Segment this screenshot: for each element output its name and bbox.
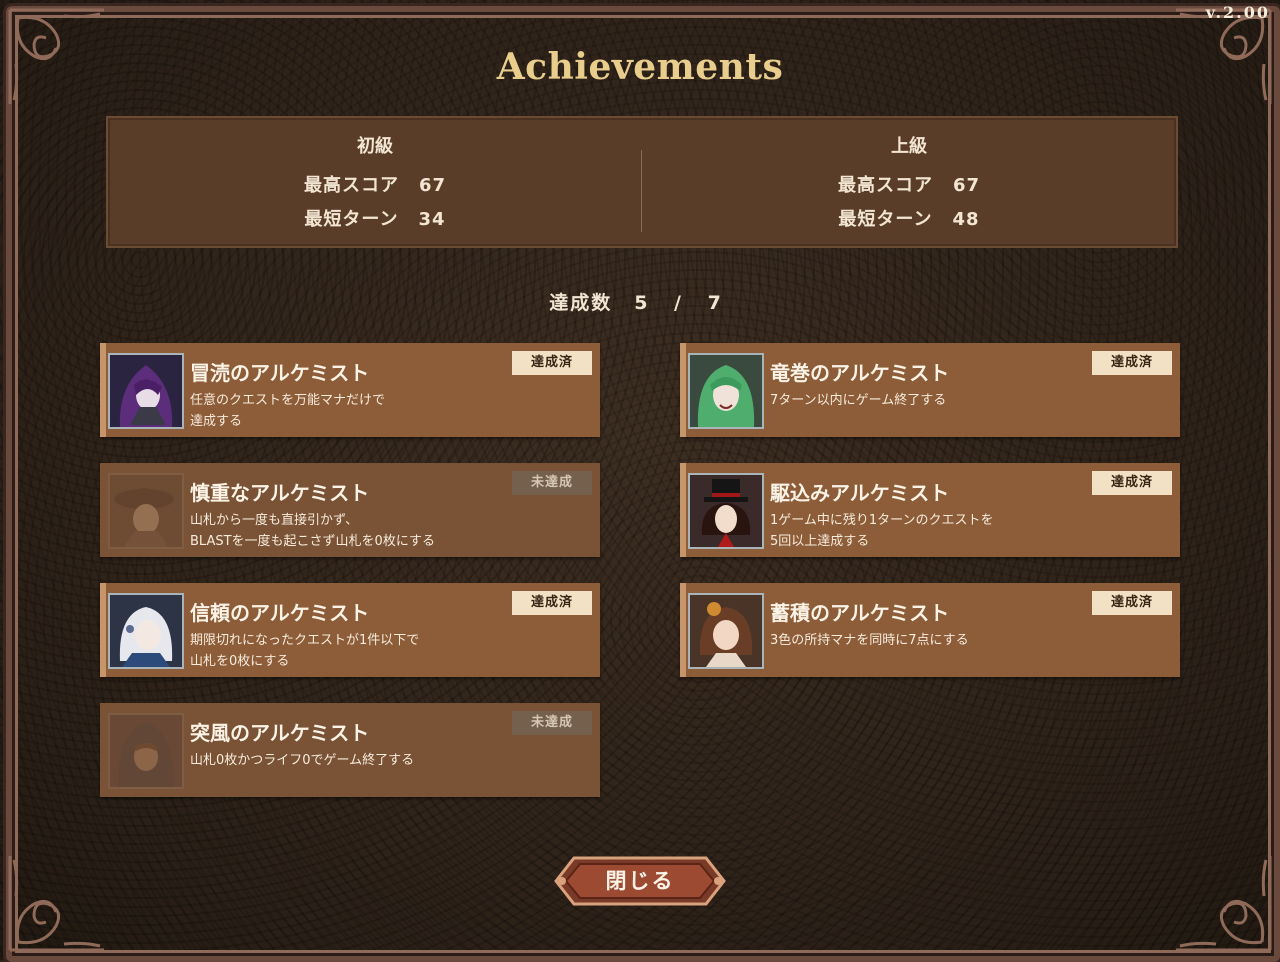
achievement-description: 3色の所持マナを同時に7点にする	[770, 633, 969, 648]
shortest-turn-value: 48	[952, 209, 980, 230]
beginner-scores: 初級 最高スコア 67 最短ターン 34	[108, 132, 642, 237]
achievement-description: 1ゲーム中に残り1ターンのクエストを 5回以上達成する	[770, 513, 994, 549]
shortest-turn-row: 最短ターン 34	[108, 203, 642, 237]
difficulty-label: 上級	[891, 136, 927, 157]
best-scores-panel: 初級 最高スコア 67 最短ターン 34 上級 最高スコア 67 最短ターン 48	[106, 116, 1178, 248]
achievement-name: 突風のアルケミスト	[190, 721, 370, 745]
status-badge: 未達成	[512, 471, 592, 495]
status-badge: 未達成	[512, 711, 592, 735]
shortest-turn-label: 最短ターン	[304, 209, 399, 230]
achievement-card: 駆込みアルケミスト 1ゲーム中に残り1ターンのクエストを 5回以上達成する 達成済	[680, 463, 1180, 557]
achievement-name: 蓄積のアルケミスト	[770, 601, 950, 625]
achievement-count-label: 達成数	[549, 292, 613, 314]
achievement-card: 突風のアルケミスト 山札0枚かつライフ0でゲーム終了する 未達成	[100, 703, 600, 797]
difficulty-label: 初級	[357, 136, 393, 157]
green-haired-alchemist-portrait	[688, 353, 764, 429]
close-button[interactable]: 閉じる	[552, 852, 728, 910]
frame-corner-ornament	[4, 846, 114, 956]
achievement-description: 任意のクエストを万能マナだけで 達成する	[190, 393, 386, 429]
shortest-turn-row: 最短ターン 48	[642, 203, 1176, 237]
shortest-turn-value: 34	[418, 209, 446, 230]
best-score-row: 最高スコア 67	[108, 169, 642, 203]
cloaked-alchemist-portrait	[108, 713, 184, 789]
purple-hooded-alchemist-portrait	[108, 353, 184, 429]
status-badge: 達成済	[1092, 591, 1172, 615]
brown-haired-alchemist-portrait	[688, 593, 764, 669]
frame-corner-ornament	[1166, 846, 1276, 956]
best-score-row: 最高スコア 67	[642, 169, 1176, 203]
best-score-value: 67	[418, 175, 447, 196]
achievement-card: 信頼のアルケミスト 期限切れになったクエストが1件以下で 山札を0枚にする 達成済	[100, 583, 600, 677]
achievement-description: 7ターン以内にゲーム終了する	[770, 393, 947, 408]
achievement-name: 竜巻のアルケミスト	[770, 361, 950, 385]
status-badge: 達成済	[1092, 471, 1172, 495]
status-badge: 達成済	[1092, 351, 1172, 375]
white-haired-alchemist-portrait	[108, 593, 184, 669]
achievement-count: 達成数 5 / 7	[0, 288, 1280, 315]
best-score-label: 最高スコア	[837, 175, 933, 196]
achievement-card: 慎重なアルケミスト 山札から一度も直接引かず、 BLASTを一度も起こさず山札を0…	[100, 463, 600, 557]
achievement-card: 蓄積のアルケミスト 3色の所持マナを同時に7点にする 達成済	[680, 583, 1180, 677]
page-title: Achievements	[496, 46, 784, 88]
shortest-turn-label: 最短ターン	[838, 209, 933, 230]
achievement-card: 竜巻のアルケミスト 7ターン以内にゲーム終了する 達成済	[680, 343, 1180, 437]
achievement-card: 冒涜のアルケミスト 任意のクエストを万能マナだけで 達成する 達成済	[100, 343, 600, 437]
advanced-scores: 上級 最高スコア 67 最短ターン 48	[642, 132, 1176, 237]
status-badge: 達成済	[512, 591, 592, 615]
achievement-name: 駆込みアルケミスト	[770, 481, 950, 505]
best-score-label: 最高スコア	[303, 175, 399, 196]
achievement-description: 山札0枚かつライフ0でゲーム終了する	[190, 753, 415, 768]
achievement-name: 慎重なアルケミスト	[190, 481, 370, 505]
close-button-label: 閉じる	[605, 869, 675, 893]
achievement-count-value: 5 / 7	[634, 292, 731, 314]
version-label: v.2.00	[1205, 3, 1270, 22]
status-badge: 達成済	[512, 351, 592, 375]
achievement-name: 信頼のアルケミスト	[190, 601, 370, 625]
best-score-value: 67	[952, 175, 981, 196]
hat-alchemist-portrait	[108, 473, 184, 549]
top-hat-alchemist-portrait	[688, 473, 764, 549]
achievement-name: 冒涜のアルケミスト	[190, 361, 370, 385]
achievement-description: 山札から一度も直接引かず、 BLASTを一度も起こさず山札を0枚にする	[190, 513, 435, 549]
achievement-description: 期限切れになったクエストが1件以下で 山札を0枚にする	[190, 633, 420, 669]
